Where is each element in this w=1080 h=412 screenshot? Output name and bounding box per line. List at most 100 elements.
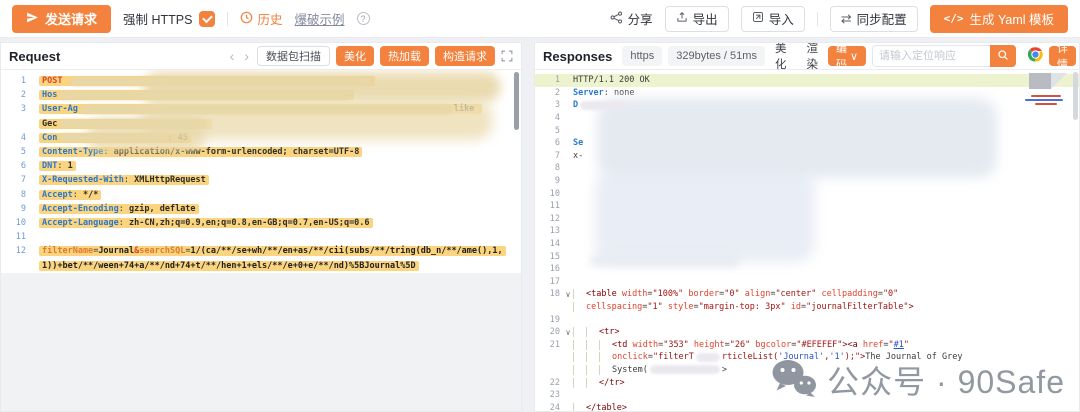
toolbar-right-group: 分享 导出 导入 ⇄ 同步配置 </> 生成 Yaml 模板 (610, 5, 1068, 33)
request-scrollbar[interactable] (514, 72, 519, 130)
redaction-blur (70, 77, 370, 86)
export-icon (676, 11, 688, 26)
top-toolbar: 发送请求 强制 HTTPS 历史 爆破示例 ? 分享 导出 (0, 0, 1080, 38)
redaction-blur (59, 91, 349, 100)
import-button[interactable]: 导入 (741, 6, 805, 32)
import-icon (752, 11, 764, 26)
code-line: 13 (535, 225, 1079, 238)
code-line: 6DNT: 1 (1, 159, 521, 173)
code-line: 15 (535, 250, 1079, 263)
code-line: 3D (535, 99, 1079, 112)
code-line: 20∨<tr> (535, 326, 1079, 339)
code-line: 1POST (1, 74, 521, 88)
chrome-icon (1028, 47, 1043, 65)
code-line: 2Hos (1, 88, 521, 102)
code-line: Gec (1, 117, 521, 131)
request-panel-title: Request (9, 49, 60, 64)
details-button[interactable]: 详情 (1049, 46, 1076, 66)
construct-request-button[interactable]: 构造请求 (435, 46, 495, 66)
code-line: 17 (535, 276, 1079, 289)
render-response-button[interactable]: 渲染 (802, 42, 822, 72)
redaction-blur (650, 365, 720, 374)
send-request-label: 发送请求 (45, 9, 97, 28)
prev-request-button[interactable]: ‹ (228, 48, 237, 64)
chevron-down-icon: ∨ (850, 50, 858, 63)
force-https-checkbox[interactable] (199, 11, 215, 27)
generate-yaml-button[interactable]: </> 生成 Yaml 模板 (930, 5, 1068, 33)
code-line: 7x- (535, 150, 1079, 163)
code-line: 8 (535, 162, 1079, 175)
force-https-option: 强制 HTTPS (123, 9, 215, 28)
code-line: 9Accept-Encoding: gzip, deflate (1, 202, 521, 216)
fold-arrow-icon[interactable]: ∨ (563, 328, 573, 337)
code-line: System(> (535, 364, 1079, 377)
request-panel: Request ‹ › 数据包扫描 美化 热加载 构造请求 1POST 2Hos… (0, 42, 522, 412)
code-line: 12filterName=Journal&searchSQL=1/(ca/**/… (1, 244, 521, 258)
search-button[interactable] (990, 45, 1016, 67)
export-label: 导出 (693, 9, 718, 28)
size-time-badge: 329bytes / 51ms (668, 46, 765, 66)
code-line: 11 (1, 230, 521, 244)
share-icon (610, 11, 623, 27)
response-panel-header: Responses https 329bytes / 51ms 美化 渲染 编码… (535, 43, 1079, 70)
response-editor[interactable]: 1HTTP/1.1 200 OK2Server: none3D456Se7x-8… (535, 70, 1079, 411)
history-label: 历史 (257, 9, 282, 28)
toolbar-divider (227, 12, 228, 26)
code-icon: </> (944, 12, 964, 25)
redaction-blur (580, 101, 626, 110)
expand-request-icon[interactable] (501, 50, 513, 62)
code-line: 9 (535, 175, 1079, 188)
code-line: 7X-Requested-With: XMLHttpRequest (1, 173, 521, 187)
beautify-response-button[interactable]: 美化 (771, 42, 791, 72)
code-line: 2Server: none (535, 87, 1079, 100)
code-line: 14 (535, 238, 1079, 251)
scheme-badge: https (622, 46, 662, 66)
sync-config-button[interactable]: ⇄ 同步配置 (830, 6, 918, 32)
code-line: 4Con: 45 (1, 131, 521, 145)
open-in-browser-button[interactable] (1028, 47, 1043, 65)
code-line: 19 (535, 313, 1079, 326)
history-button[interactable]: 历史 (240, 9, 282, 28)
hot-reload-button[interactable]: 热加载 (380, 46, 429, 66)
toolbar-divider (817, 12, 818, 26)
search-icon (997, 49, 1009, 64)
fold-arrow-icon[interactable]: ∨ (563, 290, 573, 299)
share-button[interactable]: 分享 (610, 9, 653, 28)
fuzz-example-label: 爆破示例 (294, 9, 344, 28)
code-line: 6Se (535, 137, 1079, 150)
code-line: 8Accept: */* (1, 188, 521, 202)
code-line: 4 (535, 112, 1079, 125)
request-editor-empty-area (1, 273, 521, 411)
next-request-button[interactable]: › (242, 48, 251, 64)
request-panel-header: Request ‹ › 数据包扫描 美化 热加载 构造请求 (1, 43, 521, 70)
code-line: 11 (535, 200, 1079, 213)
export-button[interactable]: 导出 (665, 6, 729, 32)
code-line: 1HTTP/1.1 200 OK (535, 74, 1079, 87)
encode-dropdown[interactable]: 编码 ∨ (828, 46, 866, 66)
beautify-request-button[interactable]: 美化 (336, 46, 374, 66)
request-editor[interactable]: 1POST 2Hos3User-Aglike Gec4Con: 455Conte… (1, 70, 521, 273)
encode-label: 编码 (836, 42, 847, 72)
import-label: 导入 (769, 9, 794, 28)
redaction-blur (59, 133, 165, 142)
response-editor-body: 1HTTP/1.1 200 OK2Server: none3D456Se7x-8… (535, 70, 1079, 411)
code-line: 10 (535, 187, 1079, 200)
paper-plane-icon (26, 11, 39, 27)
redaction-blur (696, 353, 720, 362)
code-line: onclick="filterTrticleList('Journal','1'… (535, 351, 1079, 364)
response-scrollbar[interactable] (1073, 72, 1078, 120)
send-request-button[interactable]: 发送请求 (12, 5, 111, 33)
packet-scan-button[interactable]: 数据包扫描 (257, 46, 330, 66)
code-line: 23 (535, 389, 1079, 402)
response-panel: Responses https 329bytes / 51ms 美化 渲染 编码… (534, 42, 1080, 412)
clock-icon (240, 11, 253, 27)
fuzz-example-button[interactable]: 爆破示例 (294, 9, 344, 28)
code-line: 24</table> (535, 401, 1079, 411)
redaction-blur (59, 119, 207, 128)
code-line: 16 (535, 263, 1079, 276)
search-response-input[interactable] (872, 45, 990, 67)
help-icon[interactable]: ? (357, 12, 370, 25)
redaction-blur (80, 105, 452, 114)
code-line: 18∨<table width="100%" border="0" align=… (535, 288, 1079, 301)
force-https-label: 强制 HTTPS (123, 9, 192, 28)
